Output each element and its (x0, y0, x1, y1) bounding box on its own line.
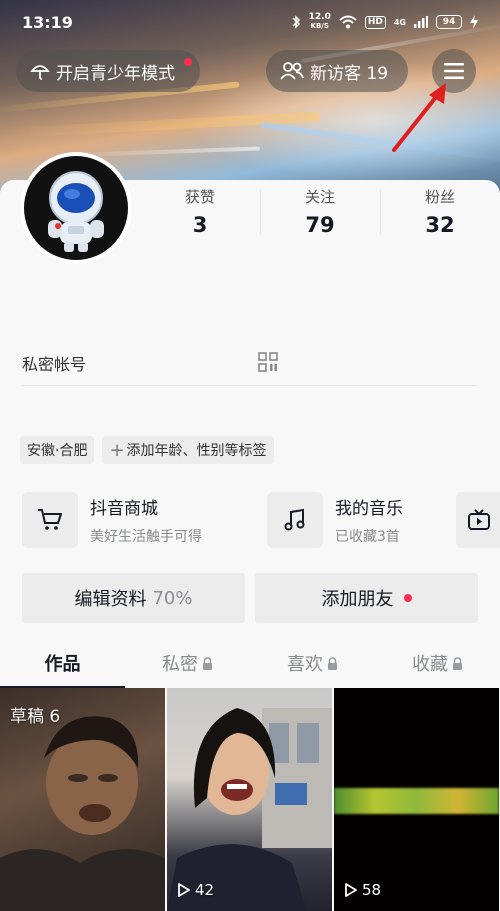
notification-dot (403, 594, 412, 602)
feature-icon-box (456, 492, 500, 548)
add-tags-label: 添加年龄、性别等标签 (126, 443, 267, 459)
lock-icon (328, 656, 337, 670)
signal-icon (414, 16, 428, 28)
add-friends-button[interactable]: 添加朋友 (255, 573, 478, 623)
cart-icon (38, 509, 62, 530)
stat-label: 粉丝 (424, 188, 455, 206)
bluetooth-icon (292, 15, 300, 29)
feature-tv[interactable] (456, 490, 500, 550)
draft-count-label: 草稿 6 (10, 707, 61, 727)
stat-label: 获赞 (184, 188, 215, 206)
video-thumbnail[interactable]: 42 (167, 688, 332, 911)
lock-icon (453, 656, 462, 670)
stat-value: 79 (305, 213, 335, 237)
plus-icon: + (109, 439, 125, 461)
feature-icon-box (22, 492, 78, 548)
tab-label: 喜欢 (287, 654, 323, 675)
play-icon (345, 883, 357, 897)
stat-following[interactable]: 关注 79 (260, 186, 380, 242)
tv-icon (468, 509, 490, 530)
avatar[interactable] (20, 152, 132, 264)
feature-my-music[interactable]: 我的音乐 已收藏3首 (267, 490, 403, 550)
lock-icon (203, 656, 212, 670)
feature-title: 抖音商城 (90, 499, 158, 519)
stat-value: 3 (192, 213, 208, 237)
network-speed-value: 12.0 (308, 12, 331, 22)
charging-icon (470, 15, 478, 29)
profile-stats: 获赞 3 关注 79 粉丝 32 (140, 186, 500, 242)
play-count-value: 58 (362, 881, 382, 899)
stat-likes[interactable]: 获赞 3 (140, 186, 260, 242)
status-time: 13:19 (22, 12, 73, 32)
play-count: 58 (344, 881, 381, 899)
draft-video-thumbnail[interactable]: 草稿 6 (0, 688, 165, 911)
profile-completion: 70% (152, 587, 193, 609)
video-grid: 草稿 6 42 58 (0, 688, 500, 911)
stat-label: 关注 (304, 188, 335, 206)
teen-mode-button[interactable]: 开启青少年模式 (16, 50, 200, 92)
play-count: 42 (177, 881, 214, 899)
stat-followers[interactable]: 粉丝 32 (380, 186, 500, 242)
umbrella-icon (30, 65, 50, 80)
teen-mode-label: 开启青少年模式 (56, 63, 175, 84)
tab-private[interactable]: 私密 (125, 640, 250, 686)
wifi-icon (339, 15, 357, 29)
annotation-arrow (392, 83, 446, 152)
feature-shortcuts: 抖音商城 美好生活触手可得 我的音乐 已收藏3首 (22, 490, 500, 550)
tab-favorites[interactable]: 收藏 (375, 640, 500, 686)
astronaut-icon (48, 171, 104, 252)
private-account-row[interactable]: 私密帐号 (22, 340, 478, 386)
hamburger-menu-icon (444, 63, 464, 79)
add-friends-label: 添加朋友 (321, 589, 394, 610)
location-tag[interactable]: 安徽·合肥 (20, 436, 95, 464)
status-icons: 12.0 KB/S HD 4G 94 (291, 13, 478, 31)
profile-tags: 安徽·合肥 + 添加年龄、性别等标签 (20, 436, 274, 464)
network-speed: 12.0 KB/S (309, 13, 331, 31)
visitors-icon (280, 62, 304, 80)
feature-subtitle: 已收藏3首 (335, 529, 400, 545)
notification-dot (184, 58, 192, 66)
network-speed-unit: KB/S (310, 22, 329, 30)
private-account-label: 私密帐号 (22, 354, 87, 374)
stat-value: 32 (425, 213, 455, 237)
new-visitors-button[interactable]: 新访客 19 (266, 50, 408, 92)
video-frame-image (334, 788, 499, 814)
tab-label: 作品 (44, 654, 81, 675)
visitors-label: 新访客 19 (310, 63, 389, 84)
battery-icon: 94 (436, 15, 462, 29)
tab-likes[interactable]: 喜欢 (250, 640, 375, 686)
feature-text: 抖音商城 美好生活触手可得 (90, 494, 202, 546)
edit-profile-button[interactable]: 编辑资料 70% (22, 573, 245, 623)
music-note-icon (284, 508, 305, 531)
tab-label: 私密 (162, 654, 198, 675)
cell-label: 4G (393, 17, 406, 27)
video-frame-image (167, 708, 332, 911)
profile-action-buttons: 编辑资料 70% 添加朋友 (22, 573, 478, 623)
qr-code-icon[interactable] (258, 352, 278, 372)
feature-text: 我的音乐 已收藏3首 (335, 494, 403, 546)
add-tags-button[interactable]: + 添加年龄、性别等标签 (102, 436, 274, 464)
play-count-value: 42 (195, 881, 215, 899)
location-tag-label: 安徽·合肥 (27, 443, 88, 459)
feature-subtitle: 美好生活触手可得 (90, 529, 202, 545)
avatar-image (24, 156, 128, 260)
play-icon (178, 883, 190, 897)
feature-icon-box (267, 492, 323, 548)
hd-badge: HD (364, 15, 386, 29)
tab-works[interactable]: 作品 (0, 640, 125, 688)
status-bar: 13:19 12.0 KB/S HD 4G 94 (0, 0, 500, 44)
content-tabs: 作品 私密 喜欢 收藏 (0, 640, 500, 688)
feature-douyin-mall[interactable]: 抖音商城 美好生活触手可得 (22, 490, 202, 550)
tab-label: 收藏 (412, 654, 448, 675)
banner-streak (260, 121, 500, 165)
feature-title: 我的音乐 (335, 499, 403, 519)
edit-profile-label: 编辑资料 (74, 589, 147, 610)
video-thumbnail[interactable]: 58 (334, 688, 499, 911)
